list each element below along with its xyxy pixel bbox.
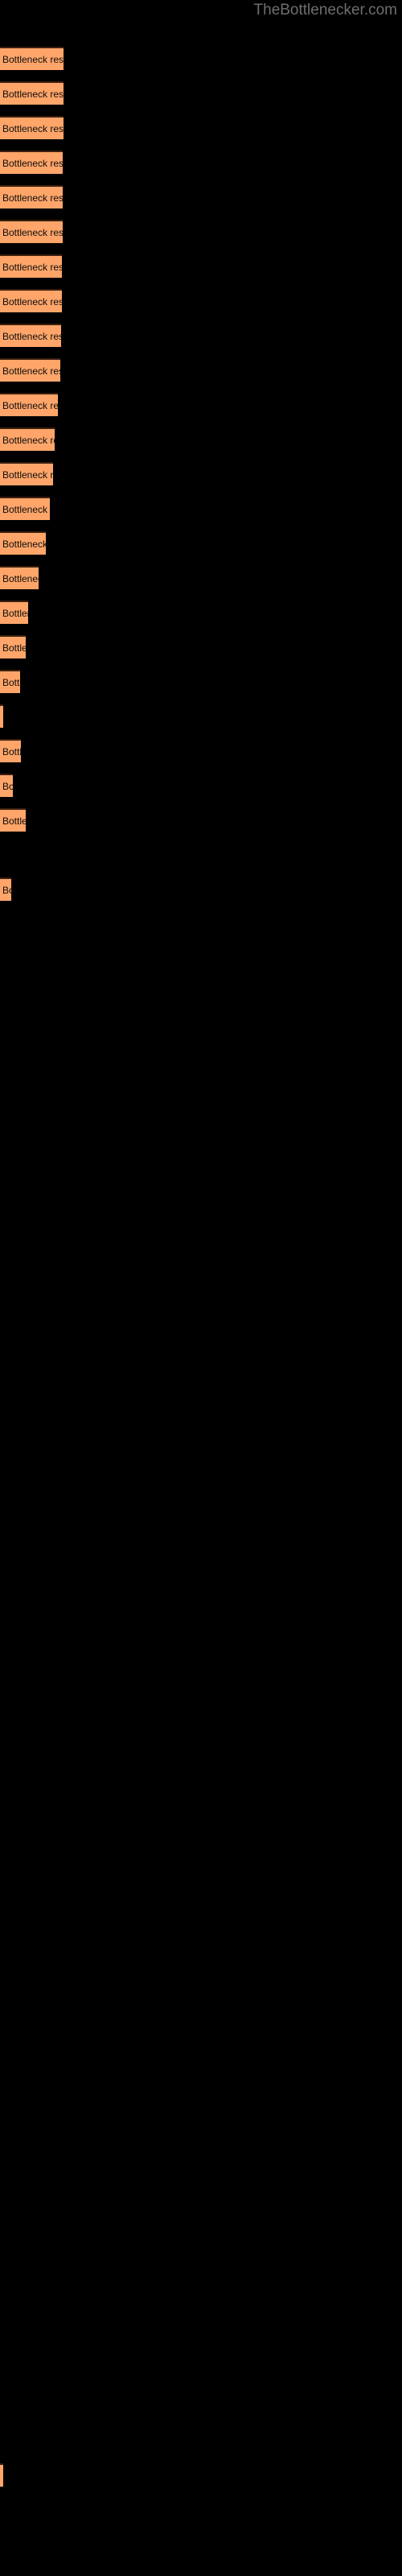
bar-label: Bottleneck result: [2, 746, 21, 758]
bar-label: Bottleneck result: [2, 677, 20, 688]
bottleneck-result-bar[interactable]: Bottleneck result: [0, 254, 62, 278]
bar-label: Bottleneck result: [2, 2468, 3, 2484]
bar-label: Bottleneck result: [2, 469, 53, 481]
bar-label: Bottleneck result: [2, 573, 39, 584]
bar-label: Bottleneck result: [2, 89, 64, 100]
bar-label: Bottleneck result: [2, 400, 58, 411]
bottleneck-result-bar[interactable]: Bottleneck result: [0, 531, 46, 555]
bar-label: Bottleneck result: [2, 815, 26, 827]
bar-label: Bottleneck result: [2, 54, 64, 65]
bar-label: Bottleneck result: [2, 227, 63, 238]
bottleneck-result-bar[interactable]: Bottleneck result: [0, 497, 50, 520]
bar-label: Bottleneck result: [2, 642, 26, 654]
bottleneck-result-bar[interactable]: Bottleneck result: [0, 808, 26, 832]
bar-label: Bottleneck result: [2, 504, 50, 515]
bar-label: Bottleneck result: [2, 435, 55, 446]
bottleneck-result-bar[interactable]: Bottleneck result: [0, 427, 55, 451]
bar-label: Bottleneck result: [2, 123, 64, 134]
bar-label: Bottleneck result: [2, 262, 62, 273]
bar-label: Bottleneck result: [2, 158, 63, 169]
bottleneck-result-bar[interactable]: Bottleneck result: [0, 462, 53, 485]
bar-label: Bottleneck result: [2, 781, 13, 792]
bottleneck-result-bar[interactable]: Bottleneck result: [0, 670, 20, 693]
bottleneck-result-bar[interactable]: Bottleneck result: [0, 358, 60, 382]
bottleneck-result-bar[interactable]: Bottleneck result: [0, 47, 64, 70]
bottleneck-result-bar[interactable]: Bottleneck result: [0, 324, 61, 347]
bottleneck-result-bar[interactable]: Bottleneck result: [0, 220, 63, 243]
bottleneck-result-bar[interactable]: Bottleneck result: [0, 877, 11, 901]
bar-label: Bottleneck result: [2, 608, 28, 619]
bar-label: Bottleneck result: [2, 885, 11, 896]
bottleneck-result-bar[interactable]: Bottleneck result: [0, 289, 62, 312]
bottleneck-result-bar[interactable]: Bottleneck result: [0, 635, 26, 658]
bottleneck-result-bar[interactable]: Bottleneck result: [0, 393, 58, 416]
bottleneck-result-bar[interactable]: Bottleneck result: [0, 704, 3, 728]
bar-label: Bottleneck result: [2, 709, 3, 725]
bottleneck-result-bar[interactable]: Bottleneck result: [0, 151, 63, 174]
bottleneck-result-bar[interactable]: Bottleneck result: [0, 116, 64, 139]
bottleneck-result-bar[interactable]: Bottleneck result: [0, 739, 21, 762]
bottleneck-result-bar[interactable]: Bottleneck result: [0, 185, 63, 208]
bar-label: Bottleneck result: [2, 192, 63, 204]
bottleneck-result-bar[interactable]: Bottleneck result: [0, 774, 13, 797]
bar-label: Bottleneck result: [2, 296, 62, 308]
bottleneck-bar-chart: Bottleneck result Bottleneck result Bottle…: [0, 0, 402, 2576]
bottleneck-result-bar[interactable]: Bottleneck result: [0, 566, 39, 589]
bottleneck-result-bar[interactable]: Bottleneck result: [0, 81, 64, 105]
bar-label: Bottleneck result: [2, 539, 46, 550]
bar-label: Bottleneck result: [2, 365, 60, 377]
bottleneck-result-bar[interactable]: Bottleneck result: [0, 2463, 3, 2487]
bar-label: Bottleneck result: [2, 331, 61, 342]
bottleneck-result-bar[interactable]: Bottleneck result: [0, 601, 28, 624]
